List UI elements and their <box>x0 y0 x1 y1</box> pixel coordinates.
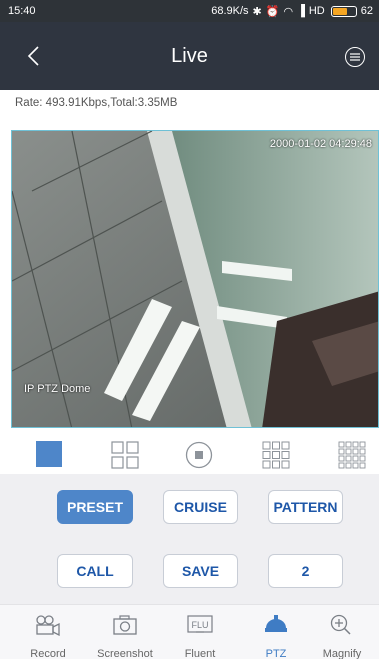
tab-screenshot[interactable]: Screenshot <box>89 605 161 659</box>
cruise-tab-button[interactable]: CRUISE <box>163 490 238 524</box>
nine-grid-icon <box>262 441 290 469</box>
status-icons: 68.9K/s ✱ ⏰ ◠ ▐ HD 62 <box>211 5 373 18</box>
pattern-tab-button[interactable]: PATTERN <box>268 490 343 524</box>
stream-rate: Rate: 493.91Kbps,Total:3.35MB <box>15 97 178 109</box>
layout-selector <box>0 432 379 474</box>
preset-number-field[interactable]: 2 <box>268 554 343 588</box>
camera-icon <box>113 615 137 635</box>
svg-text:FLU: FLU <box>191 620 208 630</box>
status-bar: 15:40 68.9K/s ✱ ⏰ ◠ ▐ HD 62 <box>0 0 379 22</box>
status-time: 15:40 <box>8 5 36 17</box>
preset-tab-button[interactable]: PRESET <box>57 490 133 524</box>
single-square-icon <box>36 441 62 467</box>
back-button[interactable] <box>24 44 46 68</box>
video-timestamp: 2000-01-02 04:29:48 <box>269 138 372 150</box>
single-view-button[interactable] <box>36 441 62 472</box>
call-preset-button[interactable]: CALL <box>57 554 133 588</box>
flu-icon: FLU <box>187 615 213 633</box>
alarm-icon: ⏰ <box>265 5 280 18</box>
tab-fluent[interactable]: FLU Fluent <box>164 605 236 659</box>
stop-record-button[interactable] <box>185 441 213 474</box>
camera-label: IP PTZ Dome <box>24 383 91 395</box>
signal-icon: ▐ <box>297 5 305 17</box>
tab-ptz-label: PTZ <box>265 648 287 659</box>
page-title: Live <box>171 44 208 67</box>
network-speed: 68.9K/s <box>211 5 249 17</box>
menu-button[interactable] <box>345 47 365 67</box>
tab-screenshot-label: Screenshot <box>97 648 153 659</box>
battery-percent: 62 <box>360 5 373 17</box>
chevron-left-icon <box>27 46 39 66</box>
live-video[interactable]: 2000-01-02 04:29:48 IP PTZ Dome <box>11 130 379 428</box>
sixteen-grid-icon <box>338 441 366 469</box>
bluetooth-icon: ✱ <box>252 5 262 18</box>
bottom-tab-bar: Record Screenshot FLU Fluent PTZ Magnify <box>0 604 379 659</box>
quad-grid-icon <box>111 441 139 469</box>
quad-view-button[interactable] <box>111 441 139 474</box>
save-preset-button[interactable]: SAVE <box>163 554 238 588</box>
video-camera-icon <box>36 615 60 636</box>
wifi-icon: ◠ <box>283 5 294 18</box>
ptz-dome-icon <box>265 615 287 632</box>
list-icon <box>350 53 360 61</box>
zoom-in-icon <box>330 614 351 635</box>
network-type: HD <box>308 5 325 17</box>
title-bar: Live <box>0 22 379 90</box>
tab-magnify-label: Magnify <box>322 648 362 659</box>
tab-record-label: Record <box>30 648 66 659</box>
tab-ptz[interactable]: PTZ <box>240 605 312 659</box>
stop-circle-icon <box>185 441 213 469</box>
tab-record[interactable]: Record <box>12 605 84 659</box>
tab-magnify[interactable]: Magnify <box>306 605 378 659</box>
ptz-panel: PRESET CRUISE PATTERN CALL SAVE 2 <box>0 474 379 604</box>
nine-view-button[interactable] <box>262 441 290 474</box>
battery-icon <box>330 5 357 17</box>
tab-fluent-label: Fluent <box>184 648 216 659</box>
sixteen-view-button[interactable] <box>338 441 366 474</box>
